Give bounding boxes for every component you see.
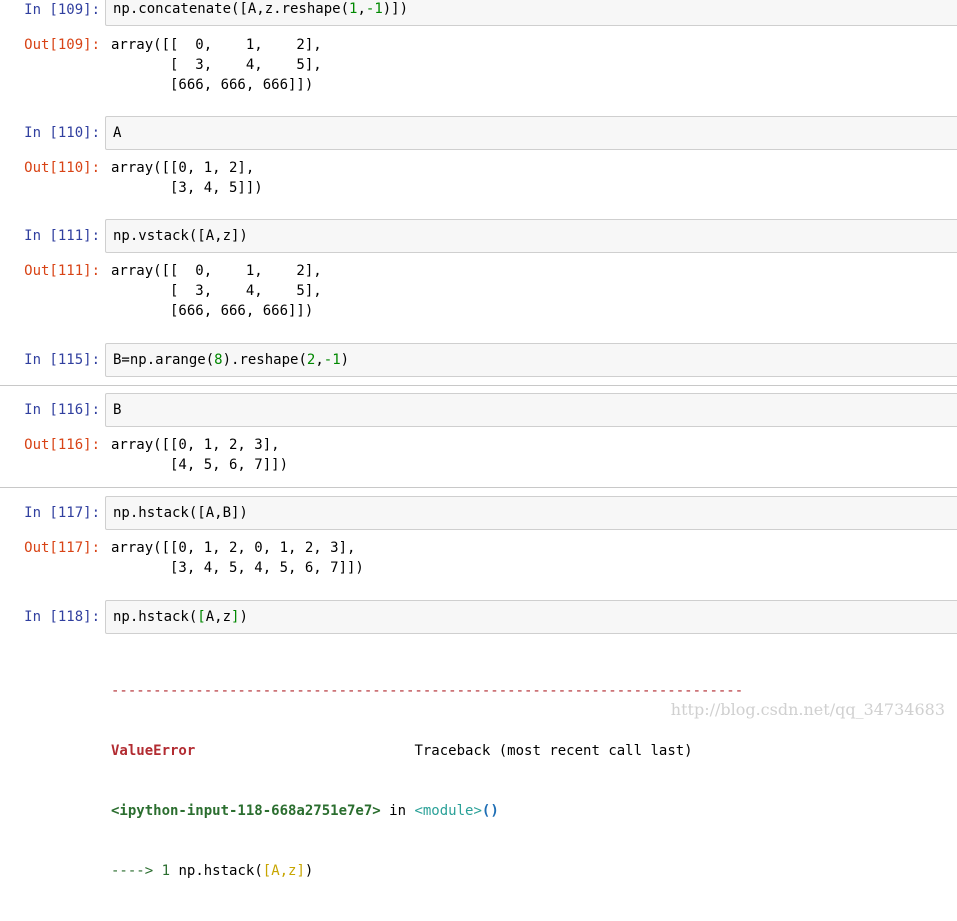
- code-text[interactable]: np.hstack([A,z]): [113, 607, 248, 627]
- output-text: array([[ 0, 1, 2], [ 3, 4, 5], [666, 666…: [111, 263, 322, 319]
- error-location: <ipython-input-118-668a2751e7e7> in <mod…: [111, 803, 499, 819]
- code-text[interactable]: B: [113, 400, 121, 420]
- code-input[interactable]: B: [105, 393, 957, 427]
- error-code-line: ----> 1 np.hstack([A,z]): [111, 863, 314, 879]
- output-prompt: Out[109]:: [24, 37, 100, 53]
- code-text[interactable]: A: [113, 123, 121, 143]
- input-prompt: In [111]:: [24, 228, 100, 244]
- output-prompt: Out[117]:: [24, 540, 100, 556]
- cell-divider: [0, 385, 957, 386]
- code-text[interactable]: np.concatenate([A,z.reshape(1,-1)]): [113, 0, 408, 19]
- output-text: array([[0, 1, 2, 3], [4, 5, 6, 7]]): [111, 437, 289, 473]
- input-prompt: In [116]:: [24, 402, 100, 418]
- error-output: ----------------------------------------…: [111, 641, 743, 921]
- code-input[interactable]: A: [105, 116, 957, 150]
- input-prompt: In [118]:: [24, 609, 100, 625]
- code-input[interactable]: np.concatenate([A,z.reshape(1,-1)]): [105, 0, 957, 26]
- output-prompt: Out[110]:: [24, 160, 100, 176]
- code-text[interactable]: np.vstack([A,z]): [113, 226, 248, 246]
- code-input[interactable]: np.vstack([A,z]): [105, 219, 957, 253]
- output-prompt: Out[111]:: [24, 263, 100, 279]
- code-input[interactable]: B=np.arange(8).reshape(2,-1): [105, 343, 957, 377]
- input-prompt: In [115]:: [24, 352, 100, 368]
- error-separator: ----------------------------------------…: [111, 683, 744, 699]
- input-prompt: In [110]:: [24, 125, 100, 141]
- input-prompt: In [109]:: [24, 2, 100, 18]
- input-prompt: In [117]:: [24, 505, 100, 521]
- error-header: ValueError Traceback (most recent call l…: [111, 743, 693, 759]
- output-text: array([[0, 1, 2, 0, 1, 2, 3], [3, 4, 5, …: [111, 540, 364, 576]
- output-text: array([[0, 1, 2], [3, 4, 5]]): [111, 160, 263, 196]
- code-text[interactable]: np.hstack([A,B]): [113, 503, 248, 523]
- output-text: array([[ 0, 1, 2], [ 3, 4, 5], [666, 666…: [111, 37, 322, 93]
- code-text[interactable]: B=np.arange(8).reshape(2,-1): [113, 350, 349, 370]
- code-input[interactable]: np.hstack([A,B]): [105, 496, 957, 530]
- watermark: http://blog.csdn.net/qq_34734683: [670, 700, 945, 719]
- code-input[interactable]: np.hstack([A,z]): [105, 600, 957, 634]
- cell-divider: [0, 487, 957, 488]
- output-prompt: Out[116]:: [24, 437, 100, 453]
